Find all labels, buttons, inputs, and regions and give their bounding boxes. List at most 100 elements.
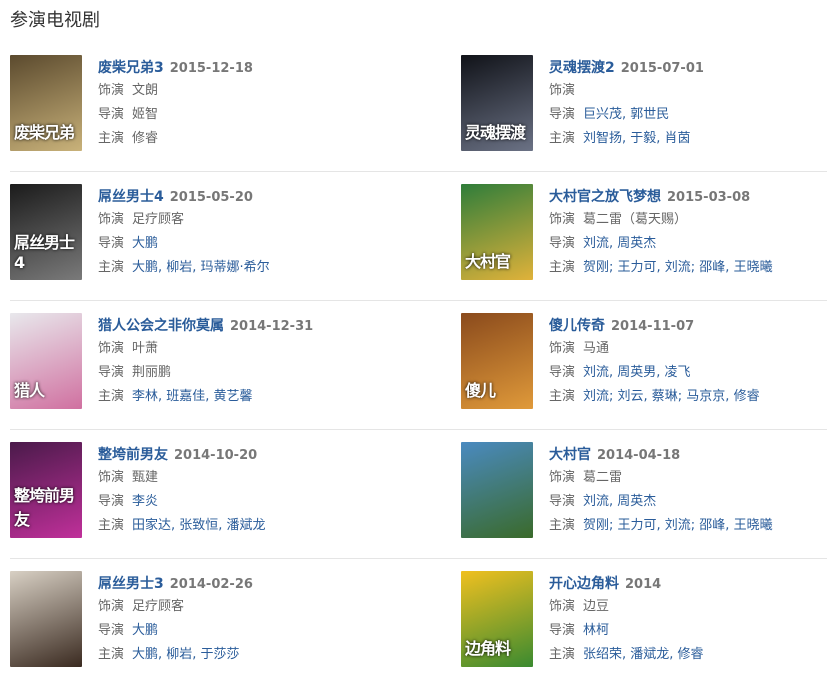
cast-field: 主演 贺刚; 王力可, 刘流; 邵峰, 王晓曦	[549, 256, 833, 280]
title-line: 开心边角料 2014	[549, 571, 833, 595]
director-label: 导演	[549, 365, 576, 380]
director-value[interactable]: 巨兴茂, 郭世民	[583, 107, 669, 122]
director-field: 导演 刘流, 周英杰	[549, 232, 833, 256]
role-field: 饰演	[549, 79, 833, 103]
series-info: 屌丝男士3 2014-02-26 饰演 足疗顾客 导演 大鹏 主演 大鹏, 柳岩, 于莎莎	[98, 571, 418, 667]
series-title-link[interactable]: 傻儿传奇	[549, 318, 605, 334]
director-value[interactable]: 林柯	[583, 623, 609, 638]
role-value: 葛二雷	[583, 470, 623, 485]
title-line: 废柴兄弟3 2015-12-18	[98, 55, 418, 79]
cast-value[interactable]: 大鹏, 柳岩, 玛蒂娜·希尔	[132, 260, 270, 275]
director-field: 导演 李炎	[98, 490, 418, 514]
title-line: 整垮前男友 2014-10-20	[98, 442, 418, 466]
series-poster[interactable]: 大村官	[461, 184, 533, 280]
series-date: 2014-04-18	[597, 448, 681, 463]
cast-value[interactable]: 贺刚; 王力可, 刘流; 邵峰, 王晓曦	[583, 518, 773, 533]
director-label: 导演	[98, 107, 125, 122]
series-poster[interactable]: 废柴兄弟	[10, 55, 82, 151]
poster-text: 屌丝男士4	[14, 233, 75, 272]
series-item: 整垮前男友 整垮前男友 2014-10-20 饰演 甄建 导演 李炎 主演 田家达, 张致恒, …	[10, 442, 410, 542]
cast-value[interactable]: 张绍荣, 潘斌龙, 修睿	[583, 647, 704, 662]
role-field: 饰演 足疗顾客	[98, 208, 418, 232]
series-title-link[interactable]: 大村官	[549, 447, 591, 463]
cast-field: 主演 张绍荣, 潘斌龙, 修睿	[549, 643, 833, 667]
series-row: 猎人 猎人公会之非你莫属 2014-12-31 饰演 叶萧 导演 荆丽鹏 主演 李林, 班嘉佳,…	[10, 301, 827, 430]
cast-value[interactable]: 田家达, 张致恒, 潘斌龙	[132, 518, 266, 533]
series-info: 整垮前男友 2014-10-20 饰演 甄建 导演 李炎 主演 田家达, 张致恒, 潘斌龙	[98, 442, 418, 538]
series-title-link[interactable]: 屌丝男士3	[98, 576, 164, 592]
director-label: 导演	[98, 365, 125, 380]
series-poster[interactable]: 灵魂摆渡	[461, 55, 533, 151]
director-value[interactable]: 刘流, 周英男, 凌飞	[583, 365, 691, 380]
cast-label: 主演	[98, 131, 125, 146]
director-value[interactable]: 大鹏	[132, 623, 158, 638]
role-value: 葛二雷（葛天赐）	[583, 212, 688, 227]
series-poster[interactable]: 屌丝男士4	[10, 184, 82, 280]
poster-text: 边角料	[465, 639, 511, 658]
cast-value[interactable]: 李林, 班嘉佳, 黄艺馨	[132, 389, 253, 404]
series-title-link[interactable]: 整垮前男友	[98, 447, 168, 463]
role-label: 饰演	[98, 83, 125, 98]
title-line: 屌丝男士4 2015-05-20	[98, 184, 418, 208]
series-date: 2014-10-20	[174, 448, 258, 463]
cast-field: 主演 贺刚; 王力可, 刘流; 邵峰, 王晓曦	[549, 514, 833, 538]
poster-text: 灵魂摆渡	[465, 123, 526, 142]
director-value[interactable]: 李炎	[132, 494, 158, 509]
role-label: 饰演	[98, 470, 125, 485]
cast-value[interactable]: 贺刚; 王力可, 刘流; 邵峰, 王晓曦	[583, 260, 773, 275]
series-title-link[interactable]: 灵魂摆渡2	[549, 60, 615, 76]
series-date: 2015-12-18	[169, 61, 253, 76]
director-value: 荆丽鹏	[132, 365, 172, 380]
role-field: 饰演 文朗	[98, 79, 418, 103]
series-poster[interactable]: 整垮前男友	[10, 442, 82, 538]
cast-label: 主演	[549, 389, 576, 404]
role-label: 饰演	[98, 599, 125, 614]
poster-text: 猎人	[14, 381, 45, 400]
series-poster[interactable]	[10, 571, 82, 667]
role-label: 饰演	[549, 599, 576, 614]
role-field: 饰演 边豆	[549, 595, 833, 619]
series-title-link[interactable]: 猎人公会之非你莫属	[98, 318, 224, 334]
director-field: 导演 刘流, 周英男, 凌飞	[549, 361, 833, 385]
cast-label: 主演	[549, 647, 576, 662]
series-info: 屌丝男士4 2015-05-20 饰演 足疗顾客 导演 大鹏 主演 大鹏, 柳岩, 玛蒂娜·希…	[98, 184, 418, 280]
cast-field: 主演 大鹏, 柳岩, 玛蒂娜·希尔	[98, 256, 418, 280]
role-value: 马通	[583, 341, 610, 356]
role-field: 饰演 甄建	[98, 466, 418, 490]
director-field: 导演 姬智	[98, 103, 418, 127]
series-poster[interactable]: 傻儿	[461, 313, 533, 409]
cast-value[interactable]: 大鹏, 柳岩, 于莎莎	[132, 647, 240, 662]
role-field: 饰演 葛二雷	[549, 466, 833, 490]
cast-value[interactable]: 刘流; 刘云, 蔡琳; 马京京, 修睿	[583, 389, 760, 404]
director-value[interactable]: 刘流, 周英杰	[583, 494, 656, 509]
cast-value: 修睿	[132, 131, 159, 146]
series-poster[interactable]: 边角料	[461, 571, 533, 667]
series-title-link[interactable]: 大村官之放飞梦想	[549, 189, 661, 205]
series-title-link[interactable]: 屌丝男士4	[98, 189, 164, 205]
series-title-link[interactable]: 开心边角料	[549, 576, 619, 592]
director-value: 姬智	[132, 107, 159, 122]
director-label: 导演	[98, 494, 125, 509]
role-label: 饰演	[549, 341, 576, 356]
series-date: 2014-12-31	[230, 319, 314, 334]
role-label: 饰演	[549, 470, 576, 485]
role-label: 饰演	[98, 341, 125, 356]
cast-value[interactable]: 刘智扬, 于毅, 肖茵	[583, 131, 691, 146]
role-field: 饰演 马通	[549, 337, 833, 361]
director-label: 导演	[98, 623, 125, 638]
director-field: 导演 巨兴茂, 郭世民	[549, 103, 833, 127]
director-value[interactable]: 大鹏	[132, 236, 158, 251]
series-item: 大村官 大村官之放飞梦想 2015-03-08 饰演 葛二雷（葛天赐） 导演 刘流, 周英杰…	[461, 184, 833, 284]
role-label: 饰演	[98, 212, 125, 227]
series-poster[interactable]: 猎人	[10, 313, 82, 409]
director-value[interactable]: 刘流, 周英杰	[583, 236, 656, 251]
director-label: 导演	[549, 236, 576, 251]
poster-text: 整垮前男友	[14, 486, 75, 529]
series-item: 废柴兄弟 废柴兄弟3 2015-12-18 饰演 文朗 导演 姬智 主演 修睿	[10, 55, 410, 155]
director-field: 导演 大鹏	[98, 232, 418, 256]
cast-label: 主演	[98, 260, 125, 275]
series-item: 傻儿 傻儿传奇 2014-11-07 饰演 马通 导演 刘流, 周英男, 凌飞 主演 刘流; 刘…	[461, 313, 833, 413]
series-title-link[interactable]: 废柴兄弟3	[98, 60, 164, 76]
series-poster[interactable]	[461, 442, 533, 538]
cast-field: 主演 修睿	[98, 127, 418, 151]
